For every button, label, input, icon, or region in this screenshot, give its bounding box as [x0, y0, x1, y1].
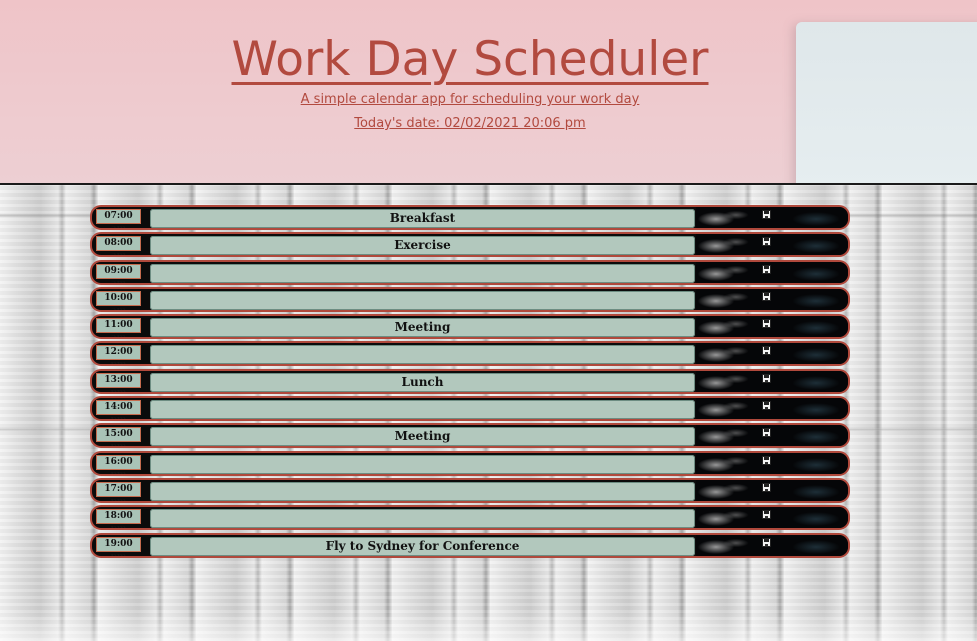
- hour-label: 08:00 am: [96, 236, 141, 255]
- task-input[interactable]: Exercise: [150, 236, 695, 256]
- page-subtitle: A simple calendar app for scheduling you…: [300, 92, 640, 107]
- hour-label: 16:00 pm: [96, 454, 141, 474]
- save-button[interactable]: [696, 316, 848, 338]
- hour-label: 07:00 am: [96, 209, 141, 228]
- floppy-disk-icon[interactable]: [762, 428, 771, 438]
- save-button[interactable]: [696, 343, 848, 365]
- task-input[interactable]: [150, 290, 695, 310]
- floppy-disk-icon[interactable]: [762, 346, 771, 356]
- hour-label: 09:00 am: [96, 263, 141, 283]
- time-block-row: 11:00 am Meeting: [90, 314, 850, 340]
- hour-label: 13:00 pm: [96, 372, 141, 392]
- floppy-disk-icon[interactable]: [762, 210, 771, 219]
- task-input[interactable]: [150, 454, 695, 474]
- save-button[interactable]: [696, 398, 848, 420]
- time-block-row: 17:00 pm: [90, 477, 850, 503]
- floppy-disk-icon[interactable]: [762, 291, 771, 301]
- time-block-row: 19:00 pm Fly to Sydney for Conference: [90, 532, 850, 558]
- save-button[interactable]: [696, 261, 848, 283]
- time-block-row: 09:00 am: [90, 259, 850, 285]
- hour-label: 11:00 am: [96, 318, 141, 337]
- save-button[interactable]: [696, 207, 848, 228]
- task-input[interactable]: [150, 345, 695, 365]
- task-input[interactable]: Meeting: [150, 427, 695, 447]
- save-button[interactable]: [696, 452, 848, 474]
- schedule-list: 07:00 am Breakfast 08:00 am Exercise 09:…: [90, 205, 850, 560]
- hour-label: 14:00 pm: [96, 400, 141, 419]
- save-button[interactable]: [696, 370, 848, 392]
- floppy-disk-icon[interactable]: [762, 455, 771, 465]
- save-button[interactable]: [696, 534, 848, 556]
- task-input[interactable]: [150, 481, 695, 501]
- current-date: Today's date: 02/02/2021 20:06 pm: [354, 116, 586, 131]
- task-input[interactable]: Lunch: [150, 372, 695, 392]
- time-block-row: 18:00 pm: [90, 505, 850, 531]
- page-header: Work Day Scheduler A simple calendar app…: [0, 0, 977, 185]
- hour-label: 15:00 pm: [96, 427, 141, 446]
- save-button[interactable]: [696, 288, 848, 310]
- floppy-disk-icon[interactable]: [762, 264, 771, 274]
- floppy-disk-icon[interactable]: [762, 237, 771, 247]
- hour-label: 19:00 pm: [96, 536, 141, 556]
- floppy-disk-icon[interactable]: [762, 319, 771, 329]
- time-block-row: 13:00 pm Lunch: [90, 368, 850, 394]
- hour-label: 18:00 pm: [96, 509, 141, 528]
- save-button[interactable]: [696, 234, 848, 256]
- task-input[interactable]: Fly to Sydney for Conference: [150, 536, 695, 556]
- floppy-disk-icon[interactable]: [762, 373, 771, 383]
- time-block-row: 15:00 pm Meeting: [90, 423, 850, 449]
- hour-label: 17:00 pm: [96, 481, 141, 501]
- save-button[interactable]: [696, 507, 848, 529]
- time-block-row: 10:00 am: [90, 286, 850, 312]
- time-block-row: 08:00 am Exercise: [90, 232, 850, 258]
- task-input[interactable]: [150, 400, 695, 420]
- floppy-disk-icon[interactable]: [762, 401, 771, 411]
- task-input[interactable]: [150, 509, 695, 529]
- floppy-disk-icon[interactable]: [762, 537, 771, 547]
- task-input[interactable]: Meeting: [150, 318, 695, 338]
- hour-label: 12:00 pm: [96, 345, 141, 364]
- page-title: Work Day Scheduler: [231, 32, 709, 87]
- floppy-disk-icon[interactable]: [762, 510, 771, 520]
- task-input[interactable]: Breakfast: [150, 209, 695, 228]
- save-button[interactable]: [696, 425, 848, 447]
- time-block-row: 12:00 pm: [90, 341, 850, 367]
- time-block-row: 16:00 pm: [90, 450, 850, 476]
- hour-label: 10:00 am: [96, 290, 141, 310]
- save-button[interactable]: [696, 479, 848, 501]
- floppy-disk-icon[interactable]: [762, 482, 771, 492]
- time-block-row: 07:00 am Breakfast: [90, 205, 850, 230]
- task-input[interactable]: [150, 263, 695, 283]
- time-block-row: 14:00 pm: [90, 396, 850, 422]
